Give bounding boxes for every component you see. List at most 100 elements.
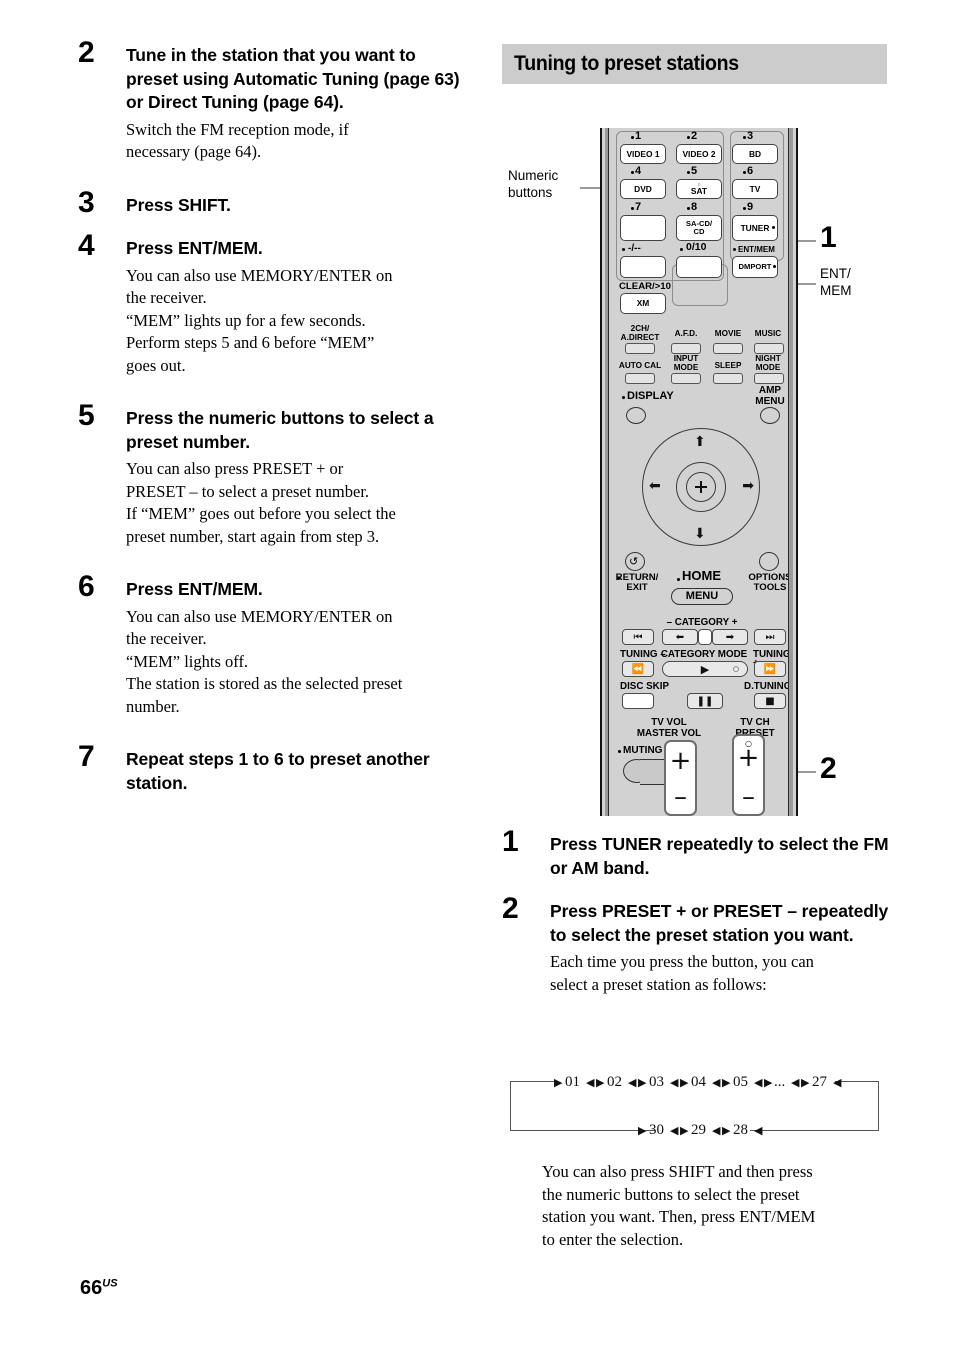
key-clear-more-than-10[interactable] (620, 256, 666, 278)
cycle-arrow: ▶ (801, 1076, 810, 1089)
key-dvd[interactable]: DVD (620, 179, 666, 199)
cycle-arrow: ▶ (596, 1076, 605, 1089)
key-marker-dot (687, 207, 691, 211)
step-body-line: PRESET – to select a preset number. (126, 481, 370, 501)
arrow-left-icon[interactable]: ⬅ (649, 479, 661, 493)
key-return-exit[interactable]: ↺ (625, 552, 645, 571)
label-options-tools: OPTIONS TOOLS (748, 572, 792, 593)
key-blank-7[interactable] (620, 215, 666, 241)
step-body-line: select a preset station as follows: (550, 974, 767, 994)
key-category-center[interactable] (698, 629, 712, 645)
key-movie[interactable] (713, 343, 743, 354)
closing-note-line: the numeric buttons to select the preset (542, 1184, 800, 1204)
preset-plus-icon[interactable]: + (734, 745, 763, 771)
key-pause[interactable]: ❚❚ (687, 693, 723, 709)
key-xm[interactable]: XM (620, 293, 666, 314)
key-prev-track[interactable]: ⏮ (622, 629, 654, 645)
preset-minus-icon[interactable]: – (734, 784, 763, 810)
key-auto-cal[interactable] (625, 373, 655, 384)
volume-minus-icon[interactable]: – (666, 784, 695, 810)
key-afd[interactable] (671, 343, 701, 354)
cycle-arrow: ◀ (791, 1076, 800, 1089)
callout-marker-1: 1 (820, 221, 837, 254)
key-stop[interactable]: ■ (754, 693, 786, 709)
step-body-line: Each time you press the button, you can (550, 952, 814, 971)
key-master-volume-rocker[interactable]: + – (664, 740, 697, 816)
key-dmport[interactable]: DMPORT (732, 256, 778, 278)
label-muting: MUTING (623, 745, 663, 756)
key-input-mode[interactable] (671, 373, 701, 384)
cycle-number: 05 (733, 1074, 748, 1090)
key-marker-dot (680, 248, 684, 252)
key-night-mode[interactable] (754, 373, 784, 384)
key-display[interactable] (626, 407, 646, 424)
key-next-track[interactable]: ⏭ (754, 629, 786, 645)
key-tv[interactable]: TV (732, 179, 778, 199)
key-menu[interactable]: MENU (671, 588, 733, 605)
cycle-left-edge (510, 1081, 512, 1131)
dpad[interactable]: ⬆ ⬇ ⬅ ➡ (642, 428, 760, 546)
key-disc-skip[interactable] (622, 693, 654, 709)
arrow-up-icon[interactable]: ⬆ (694, 435, 706, 449)
key-options-tools[interactable] (759, 552, 779, 571)
step-body-line: the receiver. (126, 629, 207, 648)
step-5: 5 Press the numeric buttons to select a … (78, 401, 468, 548)
digit-8-label: 8 (691, 201, 698, 213)
key-sacd-cd[interactable]: SA-CD/ CD (676, 215, 722, 241)
step-4: 4 Press ENT/MEM. You can also use MEMORY… (78, 231, 468, 377)
step-number: 2 (78, 36, 95, 69)
volume-plus-icon[interactable]: + (666, 748, 695, 774)
label-clear: CLEAR/>10 (619, 281, 671, 292)
step-body-line: “MEM” lights up for a few seconds. (126, 310, 366, 330)
key-rewind[interactable]: ⏪ (622, 661, 654, 677)
key-2ch-adirect[interactable] (625, 343, 655, 354)
enter-cross-v (700, 481, 702, 493)
arrow-right-icon[interactable]: ➡ (742, 479, 754, 493)
key-category-minus[interactable]: ⬅ (662, 629, 698, 645)
closing-note-line: You can also press SHIFT and then press (542, 1162, 813, 1181)
page-number-value: 66 (80, 1277, 103, 1299)
display-marker-dot (622, 396, 626, 400)
section-heading-label: Tuning to preset stations (514, 52, 739, 75)
step-body: You can also press PRESET + or PRESET – … (126, 458, 468, 548)
closing-note-line: station you want. Then, press ENT/MEM (542, 1207, 816, 1226)
step-title: Press SHIFT. (126, 194, 231, 215)
key-0-10[interactable] (676, 256, 722, 278)
key-amp-menu[interactable] (760, 407, 780, 424)
digit-6-label: 6 (747, 165, 754, 177)
cycle-number: 01 (565, 1074, 580, 1090)
key-category-plus[interactable]: ➡ (712, 629, 748, 645)
key-bd[interactable]: BD (732, 144, 778, 164)
key-sleep[interactable] (713, 373, 743, 384)
home-marker-dot (677, 578, 681, 582)
label-display: DISPLAY (627, 390, 674, 402)
cycle-arrow: ◀ (628, 1076, 637, 1089)
key-play-category-mode[interactable]: ▶ ○ (662, 661, 748, 677)
manual-page: 2 Tune in the station that you want to p… (0, 0, 954, 1352)
step-body: You can also use MEMORY/ENTER on the rec… (126, 606, 468, 719)
step-body: Each time you press the button, you can … (550, 951, 892, 996)
key-preset-rocker[interactable]: ○ + – (732, 734, 765, 816)
cycle-arrow: ◀ (754, 1124, 763, 1137)
step-title: Press TUNER repeatedly to select the FM … (550, 834, 889, 878)
key-video-2[interactable]: VIDEO 2 (676, 144, 722, 164)
cycle-number: 28 (733, 1122, 748, 1138)
key-video-1[interactable]: VIDEO 1 (620, 144, 666, 164)
step-body-line: the receiver. (126, 288, 207, 307)
key-sat[interactable]: ○ SAT (676, 179, 722, 199)
label-tv-vol: TV VOL (651, 717, 687, 728)
arrow-down-icon[interactable]: ⬇ (694, 527, 706, 541)
cycle-arrow: ▶ (638, 1076, 647, 1089)
key-music[interactable] (754, 343, 784, 354)
key-marker-dot (631, 136, 635, 140)
key-enter-center[interactable] (686, 472, 716, 502)
right-step-1: 1 Press TUNER repeatedly to select the F… (502, 827, 892, 880)
step-number: 2 (502, 892, 519, 925)
key-fast-forward[interactable]: ⏩ (754, 661, 786, 677)
step-body-line: You can also use MEMORY/ENTER on (126, 606, 393, 626)
label-return-exit: RETURN/ EXIT (615, 572, 659, 593)
key-marker-dot (743, 207, 747, 211)
step-body-line: Perform steps 5 and 6 before “MEM” (126, 333, 375, 352)
cycle-arrow: ▶ (638, 1124, 647, 1137)
play-dot-icon: ○ (732, 665, 739, 673)
